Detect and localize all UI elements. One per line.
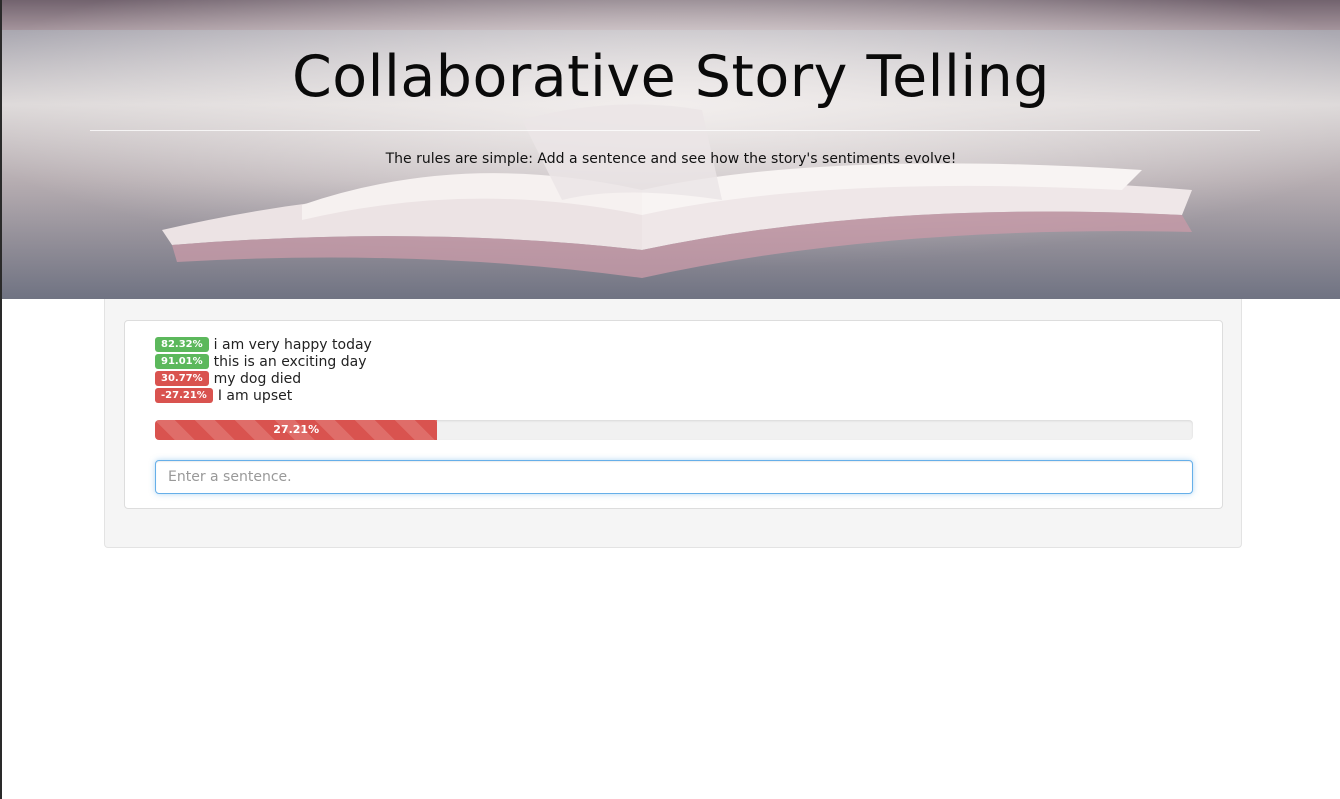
title-divider (90, 130, 1260, 131)
sentiment-badge: -27.21% (155, 388, 213, 403)
sentiment-progress-bar: 27.21% (155, 420, 438, 440)
sentence-text: this is an exciting day (213, 353, 367, 370)
list-item: 30.77% my dog died (155, 370, 372, 387)
sentiment-badge: 91.01% (155, 354, 209, 369)
window-left-edge (0, 0, 2, 799)
sentiment-progress: 27.21% (155, 420, 1193, 440)
list-item: -27.21% I am upset (155, 387, 372, 404)
list-item: 91.01% this is an exciting day (155, 353, 372, 370)
sentence-text: I am upset (217, 387, 293, 404)
sentence-text: my dog died (213, 370, 302, 387)
sentence-list: 82.32% i am very happy today 91.01% this… (155, 336, 372, 404)
hero-banner: Collaborative Story Telling The rules ar… (2, 0, 1340, 299)
sentence-text: i am very happy today (213, 336, 372, 353)
sentiment-badge: 82.32% (155, 337, 209, 352)
list-item: 82.32% i am very happy today (155, 336, 372, 353)
page-subtitle: The rules are simple: Add a sentence and… (385, 151, 957, 167)
page-title: Collaborative Story Telling (291, 44, 1050, 110)
sentiment-badge: 30.77% (155, 371, 209, 386)
sentence-input[interactable] (155, 460, 1193, 494)
